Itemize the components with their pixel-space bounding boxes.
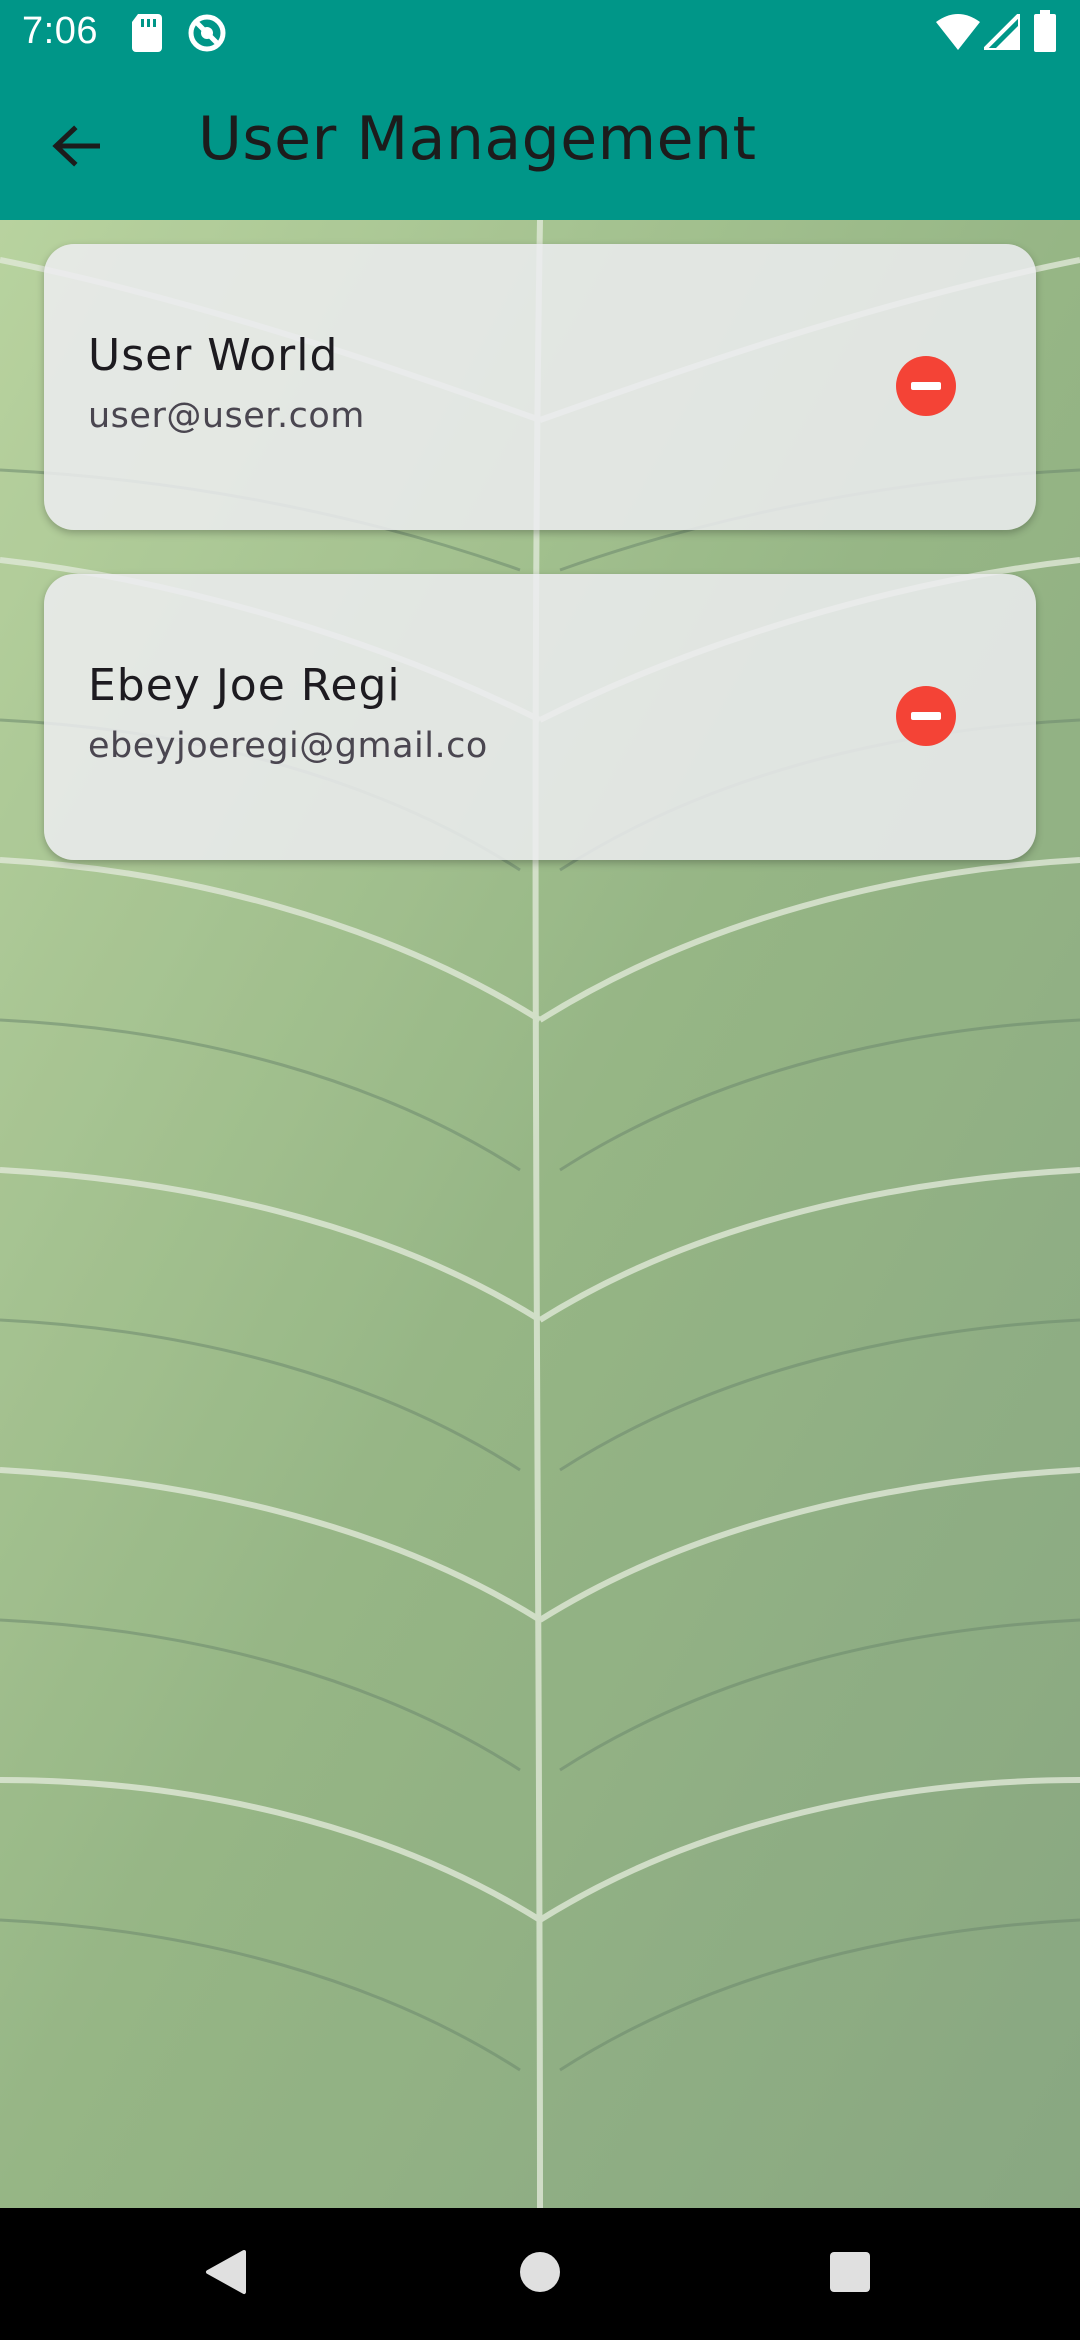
sd-card-icon bbox=[132, 14, 162, 57]
status-bar: 7:06 bbox=[0, 0, 1080, 66]
nav-back-button[interactable] bbox=[186, 2234, 266, 2314]
app-bar: User Management bbox=[0, 66, 1080, 220]
page-title: User Management bbox=[198, 104, 757, 174]
home-circle-icon bbox=[518, 2250, 562, 2299]
arrow-back-icon bbox=[52, 124, 101, 172]
back-button[interactable] bbox=[36, 108, 116, 188]
back-triangle-icon bbox=[204, 2248, 248, 2301]
nav-recents-button[interactable] bbox=[810, 2234, 890, 2314]
remove-user-button[interactable] bbox=[896, 686, 956, 746]
wifi-icon bbox=[936, 14, 980, 55]
battery-icon bbox=[1034, 10, 1056, 57]
signal-icon bbox=[979, 9, 1022, 55]
remove-user-button[interactable] bbox=[896, 356, 956, 416]
user-card[interactable]: Ebey Joe Regi ebeyjoeregi@gmail.co bbox=[44, 574, 1036, 860]
remove-circle-icon bbox=[911, 712, 941, 720]
screen: 7:06 User Management User World user@use… bbox=[0, 0, 1080, 2340]
user-card[interactable]: User World user@user.com bbox=[44, 244, 1036, 530]
nav-home-button[interactable] bbox=[500, 2234, 580, 2314]
remove-circle-icon bbox=[911, 382, 941, 390]
recents-square-icon bbox=[828, 2250, 872, 2299]
user-name: User World bbox=[88, 330, 339, 381]
user-list-area[interactable]: User World user@user.com Ebey Joe Regi e… bbox=[0, 220, 1080, 2208]
user-email: user@user.com bbox=[88, 396, 365, 436]
user-name: Ebey Joe Regi bbox=[88, 660, 401, 711]
user-email: ebeyjoeregi@gmail.co bbox=[88, 726, 488, 766]
sync-icon bbox=[186, 12, 228, 59]
system-nav-bar bbox=[0, 2208, 1080, 2340]
status-time: 7:06 bbox=[22, 10, 98, 52]
